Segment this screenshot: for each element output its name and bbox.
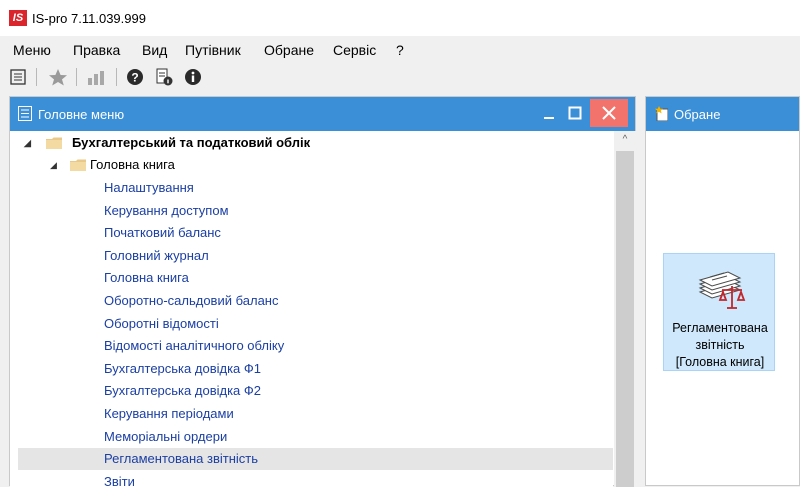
tree-item-label: Початковий баланс bbox=[104, 225, 221, 241]
favorites-header: Обране bbox=[646, 97, 799, 131]
regulated-reporting-icon bbox=[698, 271, 746, 309]
close-button[interactable] bbox=[590, 99, 628, 127]
tree-item-label: Головний журнал bbox=[104, 247, 209, 263]
menu-item-favorites[interactable]: Обране bbox=[264, 42, 314, 58]
expanded-arrow-icon[interactable]: ◢ bbox=[50, 154, 60, 176]
tree-item[interactable]: Оборотні відомості bbox=[18, 313, 613, 335]
tree-item-label: Оборотні відомості bbox=[104, 315, 219, 331]
app-logo: IS bbox=[9, 10, 27, 26]
vertical-scrollbar[interactable]: ^ bbox=[614, 131, 636, 487]
tree-item-label: Регламентована звітність bbox=[104, 451, 259, 467]
menu-item-service[interactable]: Сервіс bbox=[333, 42, 376, 58]
close-icon bbox=[602, 106, 616, 120]
menu-bar: Меню Правка Вид Путівник Обране Сервіс ? bbox=[0, 36, 800, 62]
favorite-label-line: звітність bbox=[695, 338, 745, 352]
main-menu-title: Головне меню bbox=[38, 107, 125, 122]
tree-item-label: Оборотно-сальдовий баланс bbox=[104, 293, 279, 308]
star-icon[interactable] bbox=[48, 68, 68, 86]
favorites-title: Обране bbox=[674, 107, 721, 122]
tree-item[interactable]: Початковий баланс bbox=[18, 222, 613, 244]
main-menu-panel: Головне меню ◢ Бухгалтерський та податко… bbox=[9, 96, 636, 487]
tree-item[interactable]: Регламентована звітність bbox=[18, 448, 613, 471]
tree-label: Бухгалтерський та податковий облік bbox=[72, 135, 311, 150]
expanded-arrow-icon[interactable]: ◢ bbox=[24, 132, 34, 154]
favorite-tile-regulated-reporting[interactable]: Регламентована звітність [Головна книга] bbox=[663, 253, 775, 371]
toolbar: ? bbox=[0, 62, 800, 92]
maximize-button[interactable] bbox=[558, 99, 592, 127]
tree-item[interactable]: Бухгалтерська довідка Ф2 bbox=[18, 380, 613, 402]
tree-label: Головна книга bbox=[90, 157, 175, 172]
folder-icon bbox=[46, 137, 62, 149]
favorite-label: Регламентована звітність [Головна книга] bbox=[664, 320, 776, 371]
info-icon[interactable] bbox=[184, 68, 202, 86]
tree-item[interactable]: Головний журнал bbox=[18, 245, 613, 267]
list-icon[interactable] bbox=[10, 68, 26, 86]
tree-item[interactable]: Керування доступом bbox=[18, 200, 613, 222]
doc-info-icon[interactable] bbox=[155, 68, 173, 86]
title-bar: IS IS-pro 7.11.039.999 bbox=[0, 0, 800, 36]
menu-tree: ◢ Бухгалтерський та податковий облік ◢ Г… bbox=[10, 131, 613, 487]
tree-item-label: Головна книга bbox=[104, 270, 189, 286]
chart-icon[interactable] bbox=[86, 68, 108, 86]
menu-doc-icon bbox=[18, 106, 32, 121]
tree-item-label: Меморіальні ордери bbox=[104, 428, 228, 444]
tree-item-label: Налаштування bbox=[104, 180, 194, 195]
favorite-label-line: [Головна книга] bbox=[675, 355, 765, 369]
scroll-up-icon[interactable]: ^ bbox=[614, 131, 636, 149]
maximize-icon bbox=[568, 106, 582, 120]
svg-text:?: ? bbox=[131, 71, 138, 85]
tree-item[interactable]: Оборотно-сальдовий баланс bbox=[18, 290, 613, 312]
favorites-panel: Обране Регламентована звітність [Головна… bbox=[645, 96, 800, 486]
menu-item-edit[interactable]: Правка bbox=[73, 42, 120, 58]
tree-item-label: Звіти bbox=[104, 473, 135, 487]
folder-icon bbox=[70, 159, 86, 171]
menu-item-guide[interactable]: Путівник bbox=[185, 42, 241, 58]
toolbar-separator bbox=[36, 68, 37, 86]
scroll-thumb[interactable] bbox=[616, 151, 634, 487]
tree-item[interactable]: Керування періодами bbox=[18, 403, 613, 425]
tree-item[interactable]: Налаштування bbox=[18, 177, 613, 199]
tree-item-label: Керування доступом bbox=[104, 202, 229, 218]
tree-root-accounting[interactable]: ◢ Бухгалтерський та податковий облік bbox=[18, 132, 613, 154]
help-icon[interactable]: ? bbox=[126, 68, 144, 86]
window-title: IS-pro 7.11.039.999 bbox=[32, 11, 146, 26]
tree-item-label: Відомості аналітичного обліку bbox=[104, 338, 285, 354]
tree-item-label: Керування періодами bbox=[104, 406, 234, 421]
tree-item[interactable]: Бухгалтерська довідка Ф1 bbox=[18, 358, 613, 380]
tree-item-label: Бухгалтерська довідка Ф1 bbox=[104, 360, 261, 376]
toolbar-separator bbox=[76, 68, 77, 86]
toolbar-separator bbox=[116, 68, 117, 86]
tree-item-label: Бухгалтерська довідка Ф2 bbox=[104, 383, 261, 399]
tree-item[interactable]: Звіти bbox=[18, 471, 613, 487]
tree-group-general-ledger[interactable]: ◢ Головна книга bbox=[18, 154, 613, 176]
tree-item[interactable]: Меморіальні ордери bbox=[18, 426, 613, 448]
menu-item-menu[interactable]: Меню bbox=[13, 42, 51, 58]
tree-item[interactable]: Відомості аналітичного обліку bbox=[18, 335, 613, 357]
menu-item-view[interactable]: Вид bbox=[142, 42, 167, 58]
main-menu-header: Головне меню bbox=[10, 97, 635, 131]
favorites-doc-icon bbox=[655, 106, 668, 121]
favorite-label-line: Регламентована bbox=[672, 321, 768, 335]
tree-item[interactable]: Головна книга bbox=[18, 267, 613, 289]
menu-item-help[interactable]: ? bbox=[396, 42, 404, 58]
